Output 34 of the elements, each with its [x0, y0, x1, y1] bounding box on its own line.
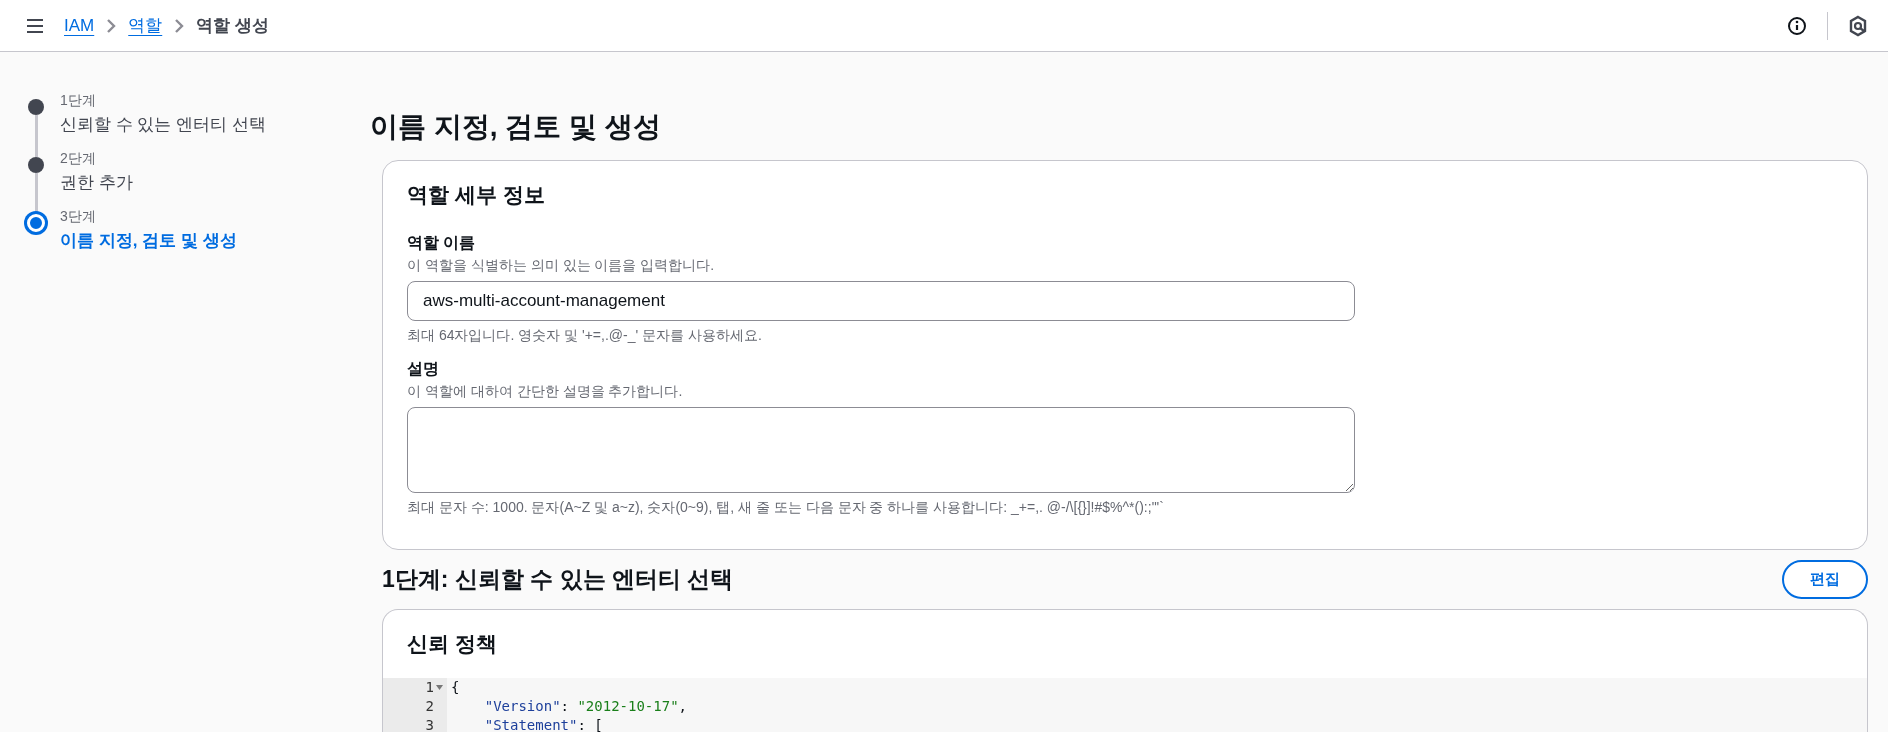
field-label: 역할 이름 [407, 233, 477, 253]
breadcrumb-link[interactable]: IAM [64, 15, 95, 36]
step-number: 2단계 [60, 149, 97, 168]
text-area[interactable] [407, 407, 1355, 493]
chevron-right-icon [174, 17, 185, 34]
code-line: "Version": "2012-10-17", [483, 697, 688, 716]
card-title: 신뢰 정책 [407, 631, 498, 657]
breadcrumb-link[interactable]: 역할 [128, 14, 163, 37]
field-description: 이 역할에 대하여 간단한 설명을 추가합니다. [407, 383, 684, 401]
section-title: 역할 세부 정보 [407, 182, 546, 208]
current-location-text: 역할 생성 [196, 15, 269, 37]
line-number: 1 [425, 678, 434, 697]
field-label: 설명 [407, 359, 440, 379]
fold-caret-icon[interactable] [436, 685, 443, 690]
edit-button[interactable]: 편집 [1782, 560, 1868, 599]
input-field[interactable]: aws-multi-account-management [407, 281, 1355, 321]
step-link[interactable]: 이름 지정, 검토 및 생성 [60, 226, 330, 252]
step-link[interactable]: 신뢰할 수 있는 엔터티 선택 [60, 110, 330, 136]
field-description: 이 역할을 식별하는 의미 있는 이름을 입력합니다. [407, 257, 716, 275]
line-number: 2 [425, 697, 434, 716]
line-number: 3 [425, 716, 434, 732]
page-title: 이름 지정, 검토 및 생성 [370, 110, 662, 144]
menu-icon[interactable] [26, 18, 44, 33]
hexagon-icon[interactable] [1848, 14, 1868, 37]
step-link[interactable]: 권한 추가 [60, 168, 330, 194]
code-line: { [451, 678, 460, 697]
chevron-right-icon [106, 17, 117, 34]
field-constraint: 최대 문자 수: 1000. 문자(A~Z 및 a~z), 숫자(0~9), 탭, 새 줄 또는 다음 문자 중 하나를 사용합니다: _+=,. @-/\[{}]!#$%^*():;"'` [407, 499, 1165, 517]
code-line: "Statement": [ [483, 716, 603, 732]
field-constraint: 최대 64자입니다. 영숫자 및 '+=,.@-_' 문자를 사용하세요. [407, 327, 763, 345]
section-title: 1단계: 신뢰할 수 있는 엔터티 선택 [382, 565, 734, 594]
step-number: 3단계 [60, 207, 97, 226]
step-number: 1단계 [60, 91, 97, 110]
info-icon[interactable] [1787, 15, 1807, 36]
